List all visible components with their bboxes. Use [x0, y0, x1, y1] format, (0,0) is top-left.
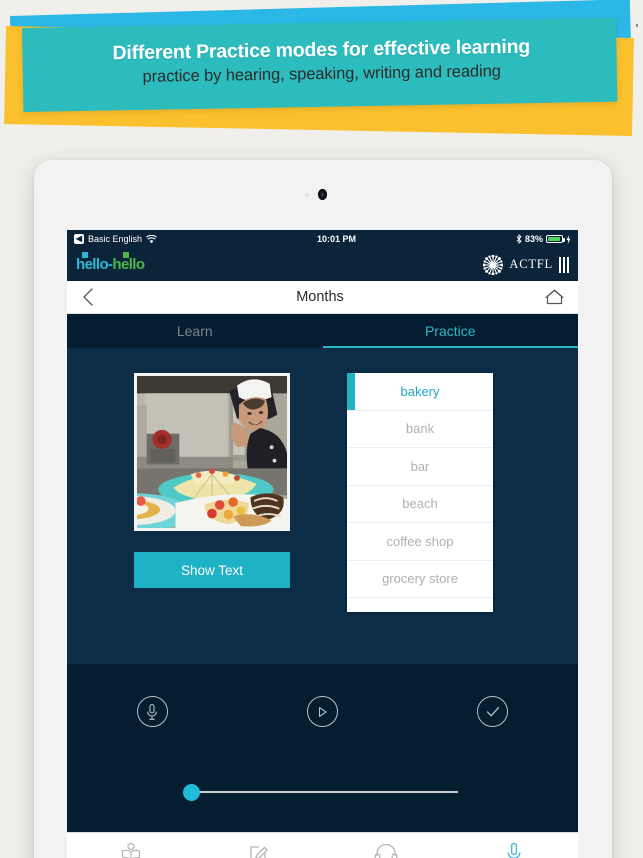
- vertical-bars-icon[interactable]: [559, 256, 569, 273]
- tab-learn[interactable]: Learn: [67, 314, 323, 348]
- tab-writing[interactable]: [195, 833, 323, 858]
- battery-icon: [546, 235, 565, 243]
- word-item-coffee-shop[interactable]: coffee shop: [347, 523, 493, 561]
- logo-text-second: hello: [112, 256, 145, 273]
- play-button[interactable]: [237, 696, 407, 727]
- page-title: Months: [296, 289, 344, 305]
- show-text-button[interactable]: Show Text: [134, 552, 290, 588]
- home-icon[interactable]: [545, 288, 564, 306]
- slider-thumb[interactable]: [183, 784, 200, 801]
- battery-percent-label: 83%: [524, 234, 543, 244]
- bluetooth-icon: [516, 234, 522, 244]
- slider-track: [195, 791, 458, 793]
- battery-fill: [548, 237, 560, 241]
- confirm-button[interactable]: [408, 696, 578, 727]
- page-root: Different Practice modes for effective l…: [0, 0, 643, 858]
- word-item-beach[interactable]: beach: [347, 486, 493, 523]
- practice-controls: [67, 664, 578, 832]
- tab-reading[interactable]: [67, 833, 195, 858]
- device-screen: ◀ Basic English 10:01 PM 83% hello - hel…: [67, 230, 578, 858]
- tab-speaking[interactable]: [450, 833, 578, 858]
- mode-tabs: Learn Practice: [67, 314, 578, 348]
- word-item-bakery[interactable]: bakery: [347, 373, 493, 411]
- actfl-label: ACTFL: [509, 257, 553, 271]
- tab-listening[interactable]: [323, 833, 451, 858]
- record-button[interactable]: [67, 696, 237, 727]
- ios-status-bar: ◀ Basic English 10:01 PM 83%: [67, 230, 578, 248]
- word-item-bank[interactable]: bank: [347, 411, 493, 448]
- navigation-bar: Months: [67, 281, 578, 314]
- headphones-icon: [374, 843, 398, 858]
- actfl-badge[interactable]: ACTFL: [483, 254, 569, 275]
- tab-practice[interactable]: Practice: [322, 314, 579, 348]
- banner-text-group: Different Practice modes for effective l…: [0, 33, 643, 92]
- actfl-starburst-icon: [483, 254, 504, 275]
- playback-slider[interactable]: [183, 782, 458, 802]
- hello-hello-logo[interactable]: hello - hello: [76, 252, 145, 273]
- reading-person-icon: [120, 842, 142, 858]
- camera-lens: [321, 193, 324, 196]
- logo-blue-square-icon: [82, 252, 88, 258]
- play-icon: [306, 696, 338, 727]
- microphone-icon: [136, 696, 168, 727]
- word-list-partial-row[interactable]: [347, 598, 493, 612]
- ambient-sensor: [305, 193, 309, 197]
- back-chevron-icon[interactable]: ◀: [74, 234, 84, 244]
- chevron-left-icon[interactable]: [81, 287, 95, 307]
- front-camera: [318, 189, 327, 200]
- vocabulary-photo[interactable]: [134, 373, 290, 531]
- vocabulary-word-list: bakery bank bar beach coffee shop grocer…: [347, 373, 493, 612]
- banner-corner-speck: [636, 24, 638, 27]
- pencil-edit-icon: [248, 842, 270, 858]
- promo-banner: Different Practice modes for effective l…: [0, 0, 643, 140]
- check-icon: [477, 696, 509, 727]
- status-right-group: 83%: [516, 234, 571, 244]
- photo-column: Show Text: [134, 373, 290, 588]
- status-app-label: Basic English: [88, 234, 143, 244]
- bottom-tab-bar: [67, 832, 578, 858]
- word-item-grocery-store[interactable]: grocery store: [347, 561, 493, 598]
- charging-bolt-icon: [566, 234, 571, 244]
- word-item-bar[interactable]: bar: [347, 448, 493, 486]
- practice-panel: Show Text bakery bank bar beach coffee s…: [67, 348, 578, 664]
- logo-text-first: hello: [76, 256, 109, 273]
- app-header-bar: hello - hello ACTFL: [67, 248, 578, 281]
- logo-green-square-icon: [123, 252, 129, 258]
- microphone-icon: [506, 842, 522, 858]
- control-button-row: [67, 696, 578, 727]
- status-clock: 10:01 PM: [316, 234, 357, 244]
- wifi-icon: [146, 234, 157, 244]
- tablet-device: ◀ Basic English 10:01 PM 83% hello - hel…: [34, 160, 612, 858]
- status-left-group[interactable]: ◀ Basic English: [74, 234, 157, 244]
